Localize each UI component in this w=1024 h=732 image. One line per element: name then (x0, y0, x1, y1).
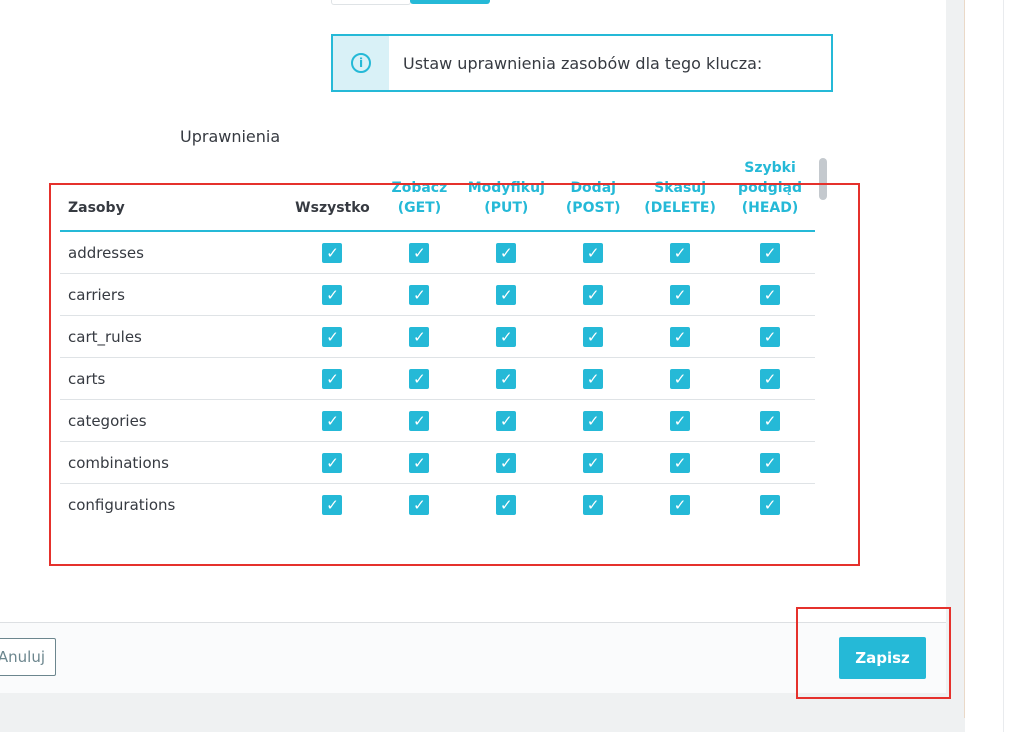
top-tab-active[interactable] (410, 0, 490, 4)
right-strip (965, 0, 1024, 732)
info-alert: i Ustaw uprawnienia zasobów dla tego klu… (331, 34, 833, 92)
cancel-button[interactable]: Anuluj (0, 638, 56, 676)
highlight-table (49, 183, 860, 566)
info-text: Ustaw uprawnienia zasobów dla tego klucz… (403, 53, 763, 73)
header-head-label-1: Szybki (744, 160, 796, 176)
permissions-label: Uprawnienia (180, 127, 281, 146)
right-strip-divider (1003, 0, 1004, 732)
highlight-save (796, 607, 951, 699)
info-icon-container: i (333, 36, 389, 90)
top-tab-inactive[interactable] (331, 0, 411, 5)
info-icon: i (351, 53, 371, 73)
